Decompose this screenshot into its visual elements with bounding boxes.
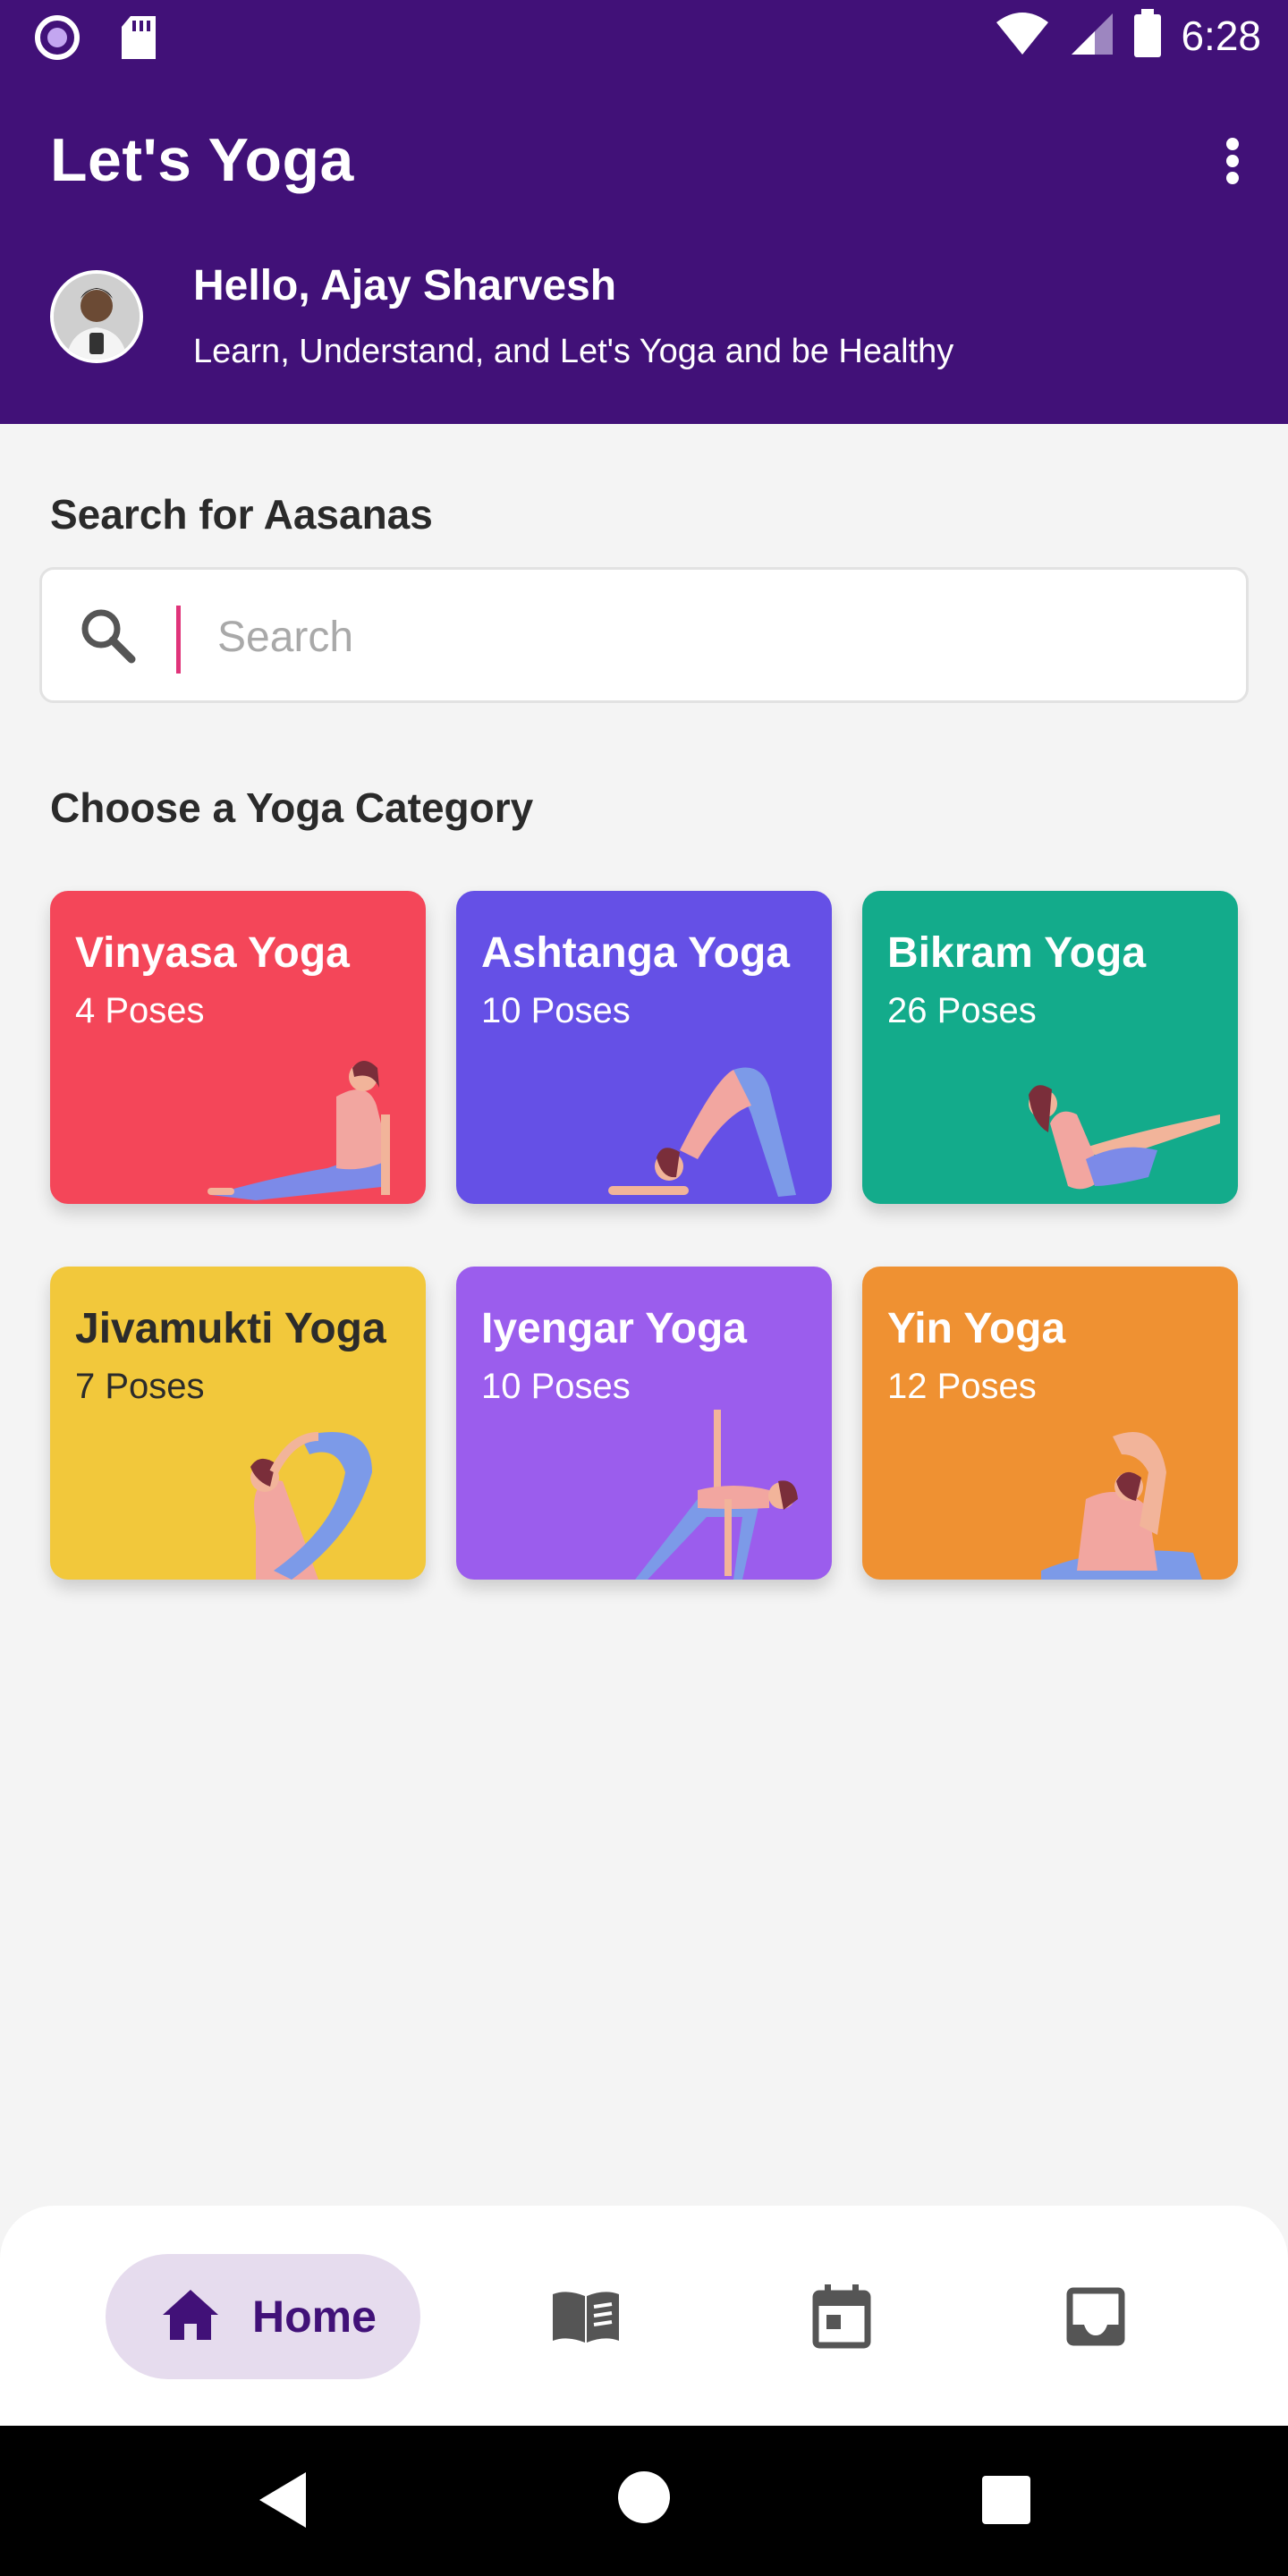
book-icon bbox=[549, 2289, 623, 2349]
nav-home-button[interactable]: Home bbox=[106, 2254, 420, 2379]
battery-icon bbox=[1132, 9, 1163, 62]
system-navigation-bar bbox=[0, 2426, 1288, 2576]
sd-card-icon bbox=[120, 16, 157, 64]
search-box[interactable] bbox=[39, 567, 1249, 703]
nav-library-button[interactable] bbox=[547, 2284, 624, 2352]
clock: 6:28 bbox=[1181, 12, 1261, 59]
nav-schedule-button[interactable] bbox=[803, 2284, 880, 2352]
search-input[interactable] bbox=[217, 597, 1201, 677]
category-pose-count: 10 Poses bbox=[481, 991, 631, 1030]
yin-pose-illustration bbox=[1041, 1432, 1202, 1580]
calendar-icon bbox=[812, 2284, 871, 2353]
vinyasa-pose-illustration bbox=[208, 1061, 390, 1200]
category-title: Yin Yoga bbox=[887, 1305, 1066, 1352]
nav-home-label: Home bbox=[252, 2292, 377, 2342]
category-card-iyengar[interactable]: Iyengar Yoga 10 Poses bbox=[456, 1267, 832, 1580]
category-section-label: Choose a Yoga Category bbox=[50, 784, 534, 831]
category-pose-count: 4 Poses bbox=[75, 991, 205, 1030]
inbox-icon bbox=[1066, 2287, 1125, 2351]
category-pose-count: 7 Poses bbox=[75, 1367, 205, 1406]
user-tagline: Learn, Understand, and Let's Yoga and be… bbox=[193, 333, 954, 370]
category-card-ashtanga[interactable]: Ashtanga Yoga 10 Poses bbox=[456, 891, 832, 1204]
jivamukti-pose-illustration bbox=[250, 1432, 372, 1580]
iyengar-pose-illustration bbox=[635, 1410, 798, 1580]
radio-icon bbox=[34, 14, 80, 65]
search-icon bbox=[76, 604, 139, 671]
search-section-label: Search for Aasanas bbox=[50, 491, 433, 538]
more-options-icon[interactable] bbox=[1213, 125, 1252, 197]
category-card-yin[interactable]: Yin Yoga 12 Poses bbox=[862, 1267, 1238, 1580]
category-pose-count: 26 Poses bbox=[887, 991, 1037, 1030]
app-header: 6:28 Let's Yoga Hello, Ajay Sharvesh Lea… bbox=[0, 0, 1288, 424]
recents-icon[interactable] bbox=[982, 2476, 1030, 2529]
category-title: Vinyasa Yoga bbox=[75, 929, 350, 977]
category-card-jivamukti[interactable]: Jivamukti Yoga 7 Poses bbox=[50, 1267, 426, 1580]
category-title: Ashtanga Yoga bbox=[481, 929, 790, 977]
category-card-vinyasa[interactable]: Vinyasa Yoga 4 Poses bbox=[50, 891, 426, 1204]
home-icon bbox=[161, 2288, 220, 2346]
category-card-bikram[interactable]: Bikram Yoga 26 Poses bbox=[862, 891, 1238, 1204]
avatar[interactable] bbox=[50, 270, 143, 363]
category-pose-count: 12 Poses bbox=[887, 1367, 1037, 1406]
signal-icon bbox=[1068, 10, 1114, 61]
ashtanga-pose-illustration bbox=[608, 1067, 796, 1197]
back-icon[interactable] bbox=[256, 2470, 309, 2534]
bikram-pose-illustration bbox=[1029, 1085, 1220, 1190]
bottom-navigation: Home bbox=[0, 2206, 1288, 2426]
category-title: Jivamukti Yoga bbox=[75, 1305, 386, 1352]
wifi-icon bbox=[995, 10, 1050, 61]
user-greeting: Hello, Ajay Sharvesh bbox=[193, 262, 617, 309]
text-cursor bbox=[176, 606, 181, 674]
status-bar: 6:28 bbox=[0, 0, 1288, 75]
nav-inbox-button[interactable] bbox=[1057, 2284, 1134, 2352]
category-title: Bikram Yoga bbox=[887, 929, 1147, 977]
category-title: Iyengar Yoga bbox=[481, 1305, 747, 1352]
app-title: Let's Yoga bbox=[50, 126, 354, 194]
category-pose-count: 10 Poses bbox=[481, 1367, 631, 1406]
home-nav-icon[interactable] bbox=[617, 2470, 671, 2529]
